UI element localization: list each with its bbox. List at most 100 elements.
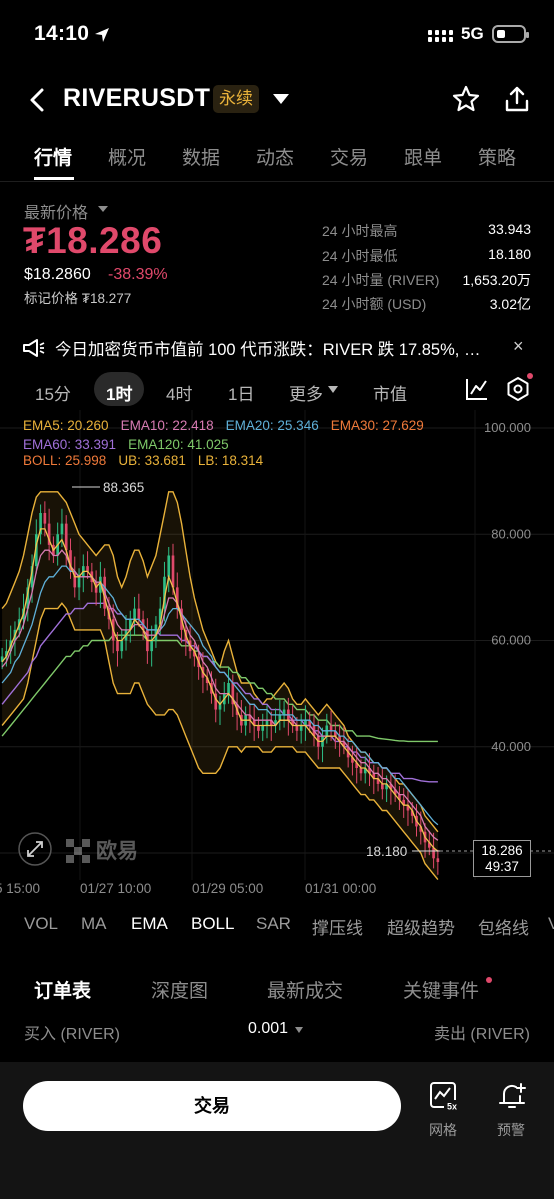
notification-dot xyxy=(527,373,533,379)
indicator-tab-sar[interactable]: SAR xyxy=(256,914,291,934)
indicator-tab-supertrend[interactable]: 超级趋势 xyxy=(387,914,455,939)
ema-legend-row1: EMA5: 20.260 EMA10: 22.418 EMA20: 25.346 EM… xyxy=(23,418,436,433)
location-arrow-icon xyxy=(95,28,109,42)
watermark-square xyxy=(66,855,74,863)
high-marker-label: 88.365 xyxy=(103,480,144,495)
stat-volume-value: 1,653.20万 xyxy=(462,272,532,288)
indicator-tab-envelope[interactable]: 包络线 xyxy=(478,914,529,939)
kline-chart[interactable]: 100.00080.00060.00040.00020.0005 15:0001… xyxy=(0,410,554,910)
grid-trading-icon[interactable]: 5x xyxy=(428,1080,460,1112)
indicator-tab-vol[interactable]: VOL xyxy=(24,914,58,934)
candle-body xyxy=(171,555,175,588)
candle-body xyxy=(299,725,303,731)
tab-market[interactable]: 行情 xyxy=(34,143,72,170)
watermark-square xyxy=(74,847,82,855)
current-price-label: 18.286 xyxy=(481,843,522,858)
y-tick-label: 100.000 xyxy=(484,420,531,435)
stat-turnover-value: 3.02亿 xyxy=(489,296,531,312)
more-caret-icon[interactable] xyxy=(328,386,338,393)
candle-body xyxy=(116,640,119,652)
indicator-settings-icon[interactable] xyxy=(464,376,490,402)
grid-label[interactable]: 网格 xyxy=(429,1120,457,1140)
indicator-tab-ema[interactable]: EMA xyxy=(131,914,168,934)
candle-body xyxy=(257,725,260,731)
precision-caret-icon[interactable] xyxy=(295,1027,303,1033)
y-tick-label: 60.000 xyxy=(491,633,531,648)
tab-feed[interactable]: 动态 xyxy=(256,143,294,170)
back-arrow-icon[interactable] xyxy=(24,86,52,114)
symbol-title[interactable]: RIVERUSDT xyxy=(63,84,210,113)
legend-ub: UB: 33.681 xyxy=(118,453,186,468)
tab-order-book[interactable]: 订单表 xyxy=(34,976,91,1003)
boll-legend-row: BOLL: 25.998 UB: 33.681 LB: 18.314 xyxy=(23,453,275,468)
chevron-down-icon[interactable] xyxy=(98,206,108,212)
candle-body xyxy=(43,513,47,524)
x-tick-label: 01/31 00:00 xyxy=(305,881,376,896)
alert-label[interactable]: 预警 xyxy=(497,1120,525,1140)
ema-legend-row2: EMA60: 33.391 EMA120: 41.025 xyxy=(23,437,241,452)
interval-market-cap[interactable]: 市值 xyxy=(373,380,407,405)
notice-bar[interactable]: 今日加密货币市值前 100 代币涨跌：RIVER 跌 17.85%, 以及其他代… xyxy=(0,330,554,366)
alert-bell-icon[interactable] xyxy=(496,1080,528,1112)
candle-body xyxy=(295,725,299,731)
watermark-text: 欧易 xyxy=(96,839,138,863)
usd-price: $18.2860 xyxy=(24,266,91,283)
tab-depth-chart[interactable]: 深度图 xyxy=(151,976,208,1003)
interval-more[interactable]: 更多 xyxy=(289,380,323,405)
candle-body xyxy=(77,576,81,588)
indicator-tab-boll[interactable]: BOLL xyxy=(191,914,234,934)
stat-high-label: 24 小时最高 xyxy=(322,223,398,239)
x-tick-label: 01/29 05:00 xyxy=(192,881,263,896)
tab-trade[interactable]: 交易 xyxy=(330,143,368,170)
x-tick-label: 5 15:00 xyxy=(0,881,40,896)
legend-ema5: EMA5: 20.260 xyxy=(23,418,109,433)
divider xyxy=(0,181,554,182)
tab-strategy[interactable]: 策略 xyxy=(478,143,516,170)
notice-text[interactable]: 今日加密货币市值前 100 代币涨跌：RIVER 跌 17.85%, 以及其他代… xyxy=(55,336,495,360)
legend-ema120: EMA120: 41.025 xyxy=(128,437,229,452)
orderbook-precision[interactable]: 0.001 xyxy=(248,1020,288,1038)
status-bar: 14:10 5G xyxy=(0,0,554,70)
legend-boll: BOLL: 25.998 xyxy=(23,453,107,468)
interval-1h[interactable]: 1时 xyxy=(106,380,132,405)
tab-key-events[interactable]: 关键事件 xyxy=(403,976,479,1003)
tab-copy-trading[interactable]: 跟单 xyxy=(404,143,442,170)
interval-1d[interactable]: 1日 xyxy=(228,380,254,405)
legend-ema60: EMA60: 33.391 xyxy=(23,437,117,452)
share-icon[interactable] xyxy=(502,84,532,114)
kline-svg[interactable]: 100.00080.00060.00040.00020.0005 15:0001… xyxy=(0,410,554,910)
network-type: 5G xyxy=(461,24,484,43)
candle-body xyxy=(261,725,265,731)
x-tick-label: 01/27 10:00 xyxy=(80,881,151,896)
chart-settings-icon[interactable] xyxy=(505,376,531,402)
candle-body xyxy=(381,783,384,790)
watermark-square xyxy=(82,855,90,863)
trade-button[interactable]: 交易 xyxy=(23,1081,401,1131)
candle-body xyxy=(167,555,171,577)
candle-body xyxy=(304,720,307,726)
indicator-tab-support-resistance[interactable]: 撑压线 xyxy=(312,914,363,939)
tab-underline xyxy=(34,177,74,180)
tab-latest-trades[interactable]: 最新成交 xyxy=(267,976,343,1003)
main-tabs: 行情 概况 数据 动态 交易 跟单 策略 xyxy=(0,135,554,181)
interval-15m[interactable]: 15分 xyxy=(35,380,71,405)
candle-body xyxy=(150,640,153,652)
favorite-star-icon[interactable] xyxy=(451,84,481,114)
indicator-tab-more[interactable]: V xyxy=(548,914,554,934)
candle-body xyxy=(282,709,286,715)
bottom-action-bar: 交易 5x 网格 预警 xyxy=(0,1062,554,1199)
symbol-dropdown-icon[interactable] xyxy=(273,94,289,104)
candle-body xyxy=(60,523,64,535)
candle-body xyxy=(329,725,333,731)
candle-body xyxy=(133,608,136,620)
signal-icon xyxy=(428,30,453,42)
tab-overview[interactable]: 概况 xyxy=(108,143,146,170)
close-icon[interactable]: × xyxy=(513,336,524,357)
watermark-logo xyxy=(66,839,90,863)
candle-body xyxy=(86,566,89,572)
tab-data[interactable]: 数据 xyxy=(182,143,220,170)
indicator-tab-ma[interactable]: MA xyxy=(81,914,107,934)
orderbook-sell-header: 卖出 (RIVER) xyxy=(433,1026,530,1043)
contract-type-badge: 永续 xyxy=(213,85,259,113)
interval-4h[interactable]: 4时 xyxy=(166,380,192,405)
